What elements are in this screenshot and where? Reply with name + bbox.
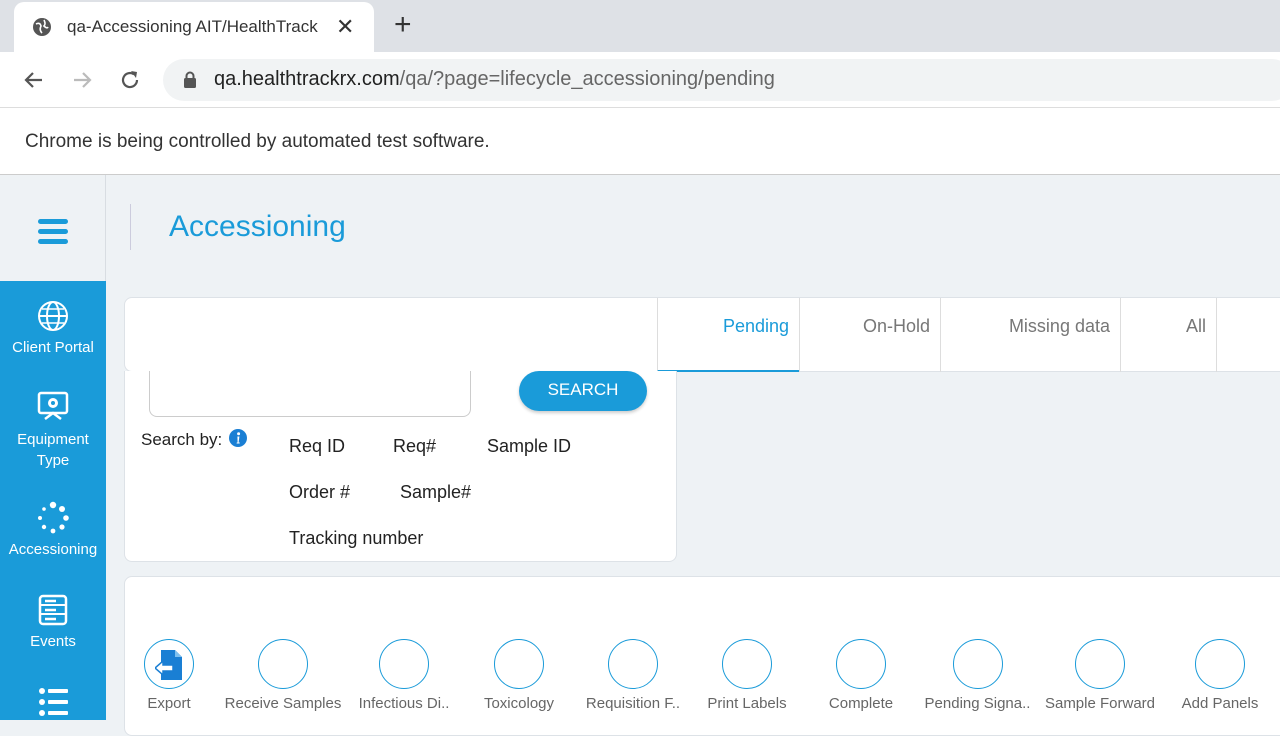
sidebar-item-label: Client Portal (12, 339, 94, 356)
search-input[interactable] (149, 371, 471, 417)
tab-missing-data[interactable]: Missing data (940, 298, 1120, 372)
requisition-form-icon (608, 639, 658, 689)
action-label: Sample Forward (1044, 695, 1156, 712)
action-label: Complete (828, 695, 894, 712)
toxicology-icon (494, 639, 544, 689)
action-label: Export (147, 695, 191, 712)
browser-tab-strip: qa-Accessioning AIT/HealthTrack ✕ + (0, 0, 1280, 52)
url-text: qa.healthtrackrx.com/qa/?page=lifecycle_… (214, 68, 775, 91)
receive-samples-icon (258, 639, 308, 689)
action-pending-signature[interactable]: Pending Signa.. (920, 639, 1035, 712)
pending-signature-icon (952, 639, 1003, 689)
url-path: /qa/?page=lifecycle_accessioning/pending (399, 68, 775, 90)
actions-card: Export Receive Samples Infectious Di.. T… (124, 576, 1280, 736)
sidebar: Client Portal Equipment Type Accessionin… (0, 281, 106, 720)
forward-arrow-icon[interactable] (70, 68, 94, 92)
globe-network-icon (38, 301, 68, 331)
lock-icon (184, 71, 196, 88)
url-domain: qa.healthtrackrx.com (214, 68, 400, 90)
action-complete[interactable]: Complete (811, 639, 911, 712)
list-icon (39, 688, 68, 716)
tab-title: qa-Accessioning AIT/HealthTrack (67, 17, 318, 36)
search-option-tracking-number[interactable]: Tracking number (289, 528, 423, 549)
automation-infobar: Chrome is being controlled by automated … (0, 108, 1280, 175)
spinner-icon (38, 501, 69, 534)
hamburger-menu-icon[interactable] (38, 219, 68, 249)
page-title: Accessioning (169, 210, 346, 243)
sidebar-item-equipment-type[interactable]: Equipment Type (0, 389, 106, 471)
header-divider (130, 204, 131, 250)
sidebar-item-events[interactable]: Events (0, 593, 106, 650)
status-tabs-card: Pending On-Hold Missing data All (124, 297, 1280, 372)
sidebar-item-label: Accessioning (8, 541, 98, 558)
action-add-panels[interactable]: Add Panels (1170, 639, 1270, 712)
export-icon (144, 639, 194, 689)
sidebar-item-list[interactable] (0, 685, 106, 725)
search-option-sample-number[interactable]: Sample# (400, 482, 471, 503)
action-label: Print Labels (707, 695, 787, 712)
sample-forward-icon (1075, 639, 1125, 689)
action-label: Infectious Di.. (358, 695, 450, 712)
sidebar-item-label: Equipment Type (17, 431, 89, 469)
action-sample-forward[interactable]: Sample Forward (1040, 639, 1160, 712)
search-card: SEARCH Search by: Req ID Req# Sample ID … (124, 371, 677, 562)
action-requisition-form[interactable]: Requisition F.. (583, 639, 683, 712)
address-bar[interactable]: qa.healthtrackrx.com/qa/?page=lifecycle_… (163, 59, 1280, 101)
search-option-req-id[interactable]: Req ID (289, 436, 345, 457)
menu-toggle-area (0, 175, 106, 281)
print-labels-icon (722, 639, 772, 689)
sidebar-item-client-portal[interactable]: Client Portal (0, 299, 106, 356)
action-label: Requisition F.. (585, 695, 681, 712)
tab-on-hold[interactable]: On-Hold (799, 298, 940, 372)
add-panels-icon (1195, 639, 1245, 689)
search-option-order-number[interactable]: Order # (289, 482, 350, 503)
action-toxicology[interactable]: Toxicology (469, 639, 569, 712)
action-label: Add Panels (1181, 695, 1259, 712)
search-option-req-number[interactable]: Req# (393, 436, 436, 457)
browser-tab[interactable]: qa-Accessioning AIT/HealthTrack ✕ (14, 2, 374, 52)
info-icon[interactable] (229, 429, 247, 447)
back-arrow-icon[interactable] (22, 68, 46, 92)
infectious-disease-icon (379, 639, 429, 689)
search-option-sample-id[interactable]: Sample ID (487, 436, 571, 457)
action-label: Pending Signa.. (924, 695, 1031, 712)
action-label: Receive Samples (224, 695, 342, 712)
globe-icon (33, 18, 51, 36)
reload-icon[interactable] (118, 68, 142, 92)
app-header: Accessioning (0, 175, 1280, 281)
new-tab-icon[interactable]: + (394, 10, 412, 40)
action-label: Toxicology (483, 695, 555, 712)
search-button[interactable]: SEARCH (519, 371, 647, 411)
browser-toolbar: qa.healthtrackrx.com/qa/?page=lifecycle_… (0, 52, 1280, 108)
server-list-icon (38, 594, 68, 626)
action-infectious-disease[interactable]: Infectious Di.. (354, 639, 454, 712)
sidebar-item-label: Events (30, 633, 76, 650)
infobar-message: Chrome is being controlled by automated … (25, 131, 490, 152)
action-receive-samples[interactable]: Receive Samples (223, 639, 343, 712)
tab-pending[interactable]: Pending (657, 298, 799, 372)
complete-icon (836, 639, 886, 689)
tab-all[interactable]: All (1120, 298, 1217, 372)
search-by-label: Search by: (141, 430, 223, 449)
monitor-gear-icon (37, 391, 69, 420)
tab-close-icon[interactable]: ✕ (336, 14, 354, 40)
action-print-labels[interactable]: Print Labels (697, 639, 797, 712)
sidebar-item-accessioning[interactable]: Accessioning (0, 501, 106, 558)
action-export[interactable]: Export (129, 639, 209, 712)
